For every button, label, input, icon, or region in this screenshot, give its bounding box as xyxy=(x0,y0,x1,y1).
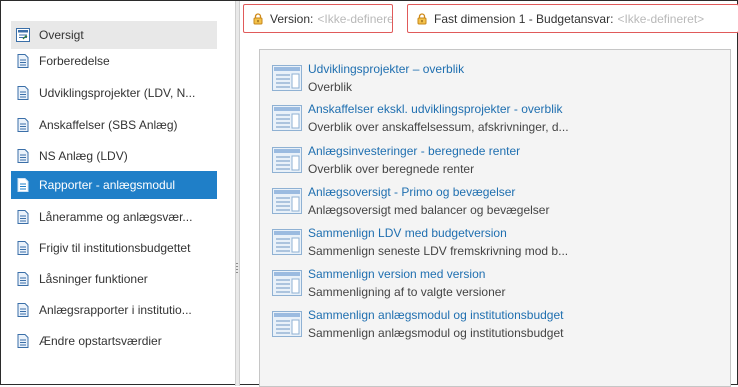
sidebar-item-frigiv[interactable]: Frigiv til institutionsbudgettet xyxy=(11,234,217,262)
document-icon xyxy=(17,303,29,317)
sidebar-item-anskaffelser[interactable]: Anskaffelser (SBS Anlæg) xyxy=(11,111,217,139)
report-title[interactable]: Anlægsinvesteringer - beregnede renter xyxy=(308,144,520,158)
sidebar: Oversigt Forberedelse Udviklingsprojekte… xyxy=(5,5,233,381)
version-filter[interactable]: Version: <Ikke-defineret> xyxy=(243,4,393,33)
document-icon xyxy=(17,149,29,163)
report-item[interactable]: Anlægsinvesteringer - beregnede renter O… xyxy=(272,144,722,182)
document-icon xyxy=(17,86,29,100)
panel-splitter[interactable] xyxy=(235,1,240,386)
sidebar-item-laaneramme[interactable]: Låneramme og anlægsvær... xyxy=(11,203,217,231)
document-icon xyxy=(17,241,29,255)
document-icon xyxy=(17,210,29,224)
report-item[interactable]: Sammenlign LDV med budgetversion Sammenl… xyxy=(272,226,722,264)
sidebar-item-rapporter[interactable]: Rapporter - anlægsmodul xyxy=(11,171,217,199)
report-title[interactable]: Sammenlign version med version xyxy=(308,267,485,281)
report-description: Overblik over beregnede renter xyxy=(308,162,475,176)
sidebar-item-label: Udviklingsprojekter (LDV, N... xyxy=(39,86,196,100)
report-item[interactable]: Anlægsoversigt - Primo og bevægelser Anl… xyxy=(272,185,722,223)
report-description: Sammenlign seneste LDV fremskrivning mod… xyxy=(308,244,569,258)
report-icon xyxy=(272,65,302,91)
sidebar-item-label: Ændre opstartsværdier xyxy=(39,334,162,348)
dimension-filter-label: Fast dimension 1 - Budgetansvar: xyxy=(434,11,614,26)
sidebar-item-label: Oversigt xyxy=(39,28,84,42)
document-icon xyxy=(17,272,29,286)
report-icon xyxy=(272,270,302,296)
document-icon xyxy=(17,118,29,132)
sidebar-item-udviklingsprojekter[interactable]: Udviklingsprojekter (LDV, N... xyxy=(11,79,217,107)
sidebar-item-label: Låneramme og anlægsvær... xyxy=(39,210,193,224)
report-title[interactable]: Anskaffelser ekskl. udviklingsprojekter … xyxy=(308,102,563,116)
version-filter-value: <Ikke-defineret> xyxy=(317,11,393,26)
sidebar-item-forberedelse[interactable]: Forberedelse xyxy=(11,47,217,75)
report-title[interactable]: Sammenlign LDV med budgetversion xyxy=(308,226,507,240)
report-icon xyxy=(272,311,302,337)
splitter-grip-icon[interactable] xyxy=(236,263,238,273)
dimension-filter-value: <Ikke-defineret> xyxy=(617,11,705,26)
sidebar-item-aendre-opstart[interactable]: Ændre opstartsværdier xyxy=(11,327,217,355)
sidebar-item-label: NS Anlæg (LDV) xyxy=(39,149,128,163)
report-description: Overblik over anskaffelsessum, afskrivni… xyxy=(308,120,569,134)
report-item[interactable]: Sammenlign version med version Sammenlig… xyxy=(272,267,722,305)
report-description: Anlægsoversigt med balancer og bevægelse… xyxy=(308,203,550,217)
report-icon xyxy=(272,229,302,255)
reports-panel: Udviklingsprojekter – overblik Overblik … xyxy=(259,49,731,387)
lock-icon xyxy=(253,12,263,24)
version-filter-label: Version: xyxy=(270,11,314,26)
report-icon xyxy=(272,105,302,131)
report-description: Overblik xyxy=(308,80,353,94)
overview-icon xyxy=(16,28,30,42)
report-item[interactable]: Udviklingsprojekter – overblik Overblik xyxy=(272,62,722,100)
sidebar-item-anlaegsrapporter[interactable]: Anlægsrapporter i institutio... xyxy=(11,296,217,324)
sidebar-item-label: Rapporter - anlægsmodul xyxy=(39,178,176,192)
report-icon xyxy=(272,188,302,214)
sidebar-item-ns-anlaeg[interactable]: NS Anlæg (LDV) xyxy=(11,142,217,170)
sidebar-item-label: Låsninger funktioner xyxy=(39,272,148,286)
sidebar-item-laasninger[interactable]: Låsninger funktioner xyxy=(11,265,217,293)
sidebar-item-label: Frigiv til institutionsbudgettet xyxy=(39,241,191,255)
sidebar-item-label: Anlægsrapporter i institutio... xyxy=(39,303,192,317)
sidebar-item-label: Forberedelse xyxy=(39,54,110,68)
report-title[interactable]: Anlægsoversigt - Primo og bevægelser xyxy=(308,185,515,199)
report-description: Sammenligning af to valgte versioner xyxy=(308,285,506,299)
report-item[interactable]: Anskaffelser ekskl. udviklingsprojekter … xyxy=(272,102,722,140)
report-title[interactable]: Udviklingsprojekter – overblik xyxy=(308,62,464,76)
report-item[interactable]: Sammenlign anlægsmodul og institutionsbu… xyxy=(272,308,722,346)
dimension-filter[interactable]: Fast dimension 1 - Budgetansvar: <Ikke-d… xyxy=(407,4,738,33)
document-icon xyxy=(17,334,29,348)
document-icon xyxy=(17,178,29,192)
lock-icon xyxy=(417,12,427,24)
report-description: Sammenlign anlægsmodul og institutionsbu… xyxy=(308,326,564,340)
sidebar-item-label: Anskaffelser (SBS Anlæg) xyxy=(39,118,178,132)
document-icon xyxy=(17,54,29,68)
sidebar-item-oversigt[interactable]: Oversigt xyxy=(11,21,217,49)
report-title[interactable]: Sammenlign anlægsmodul og institutionsbu… xyxy=(308,308,564,322)
app-frame: Oversigt Forberedelse Udviklingsprojekte… xyxy=(0,0,738,387)
report-icon xyxy=(272,147,302,173)
